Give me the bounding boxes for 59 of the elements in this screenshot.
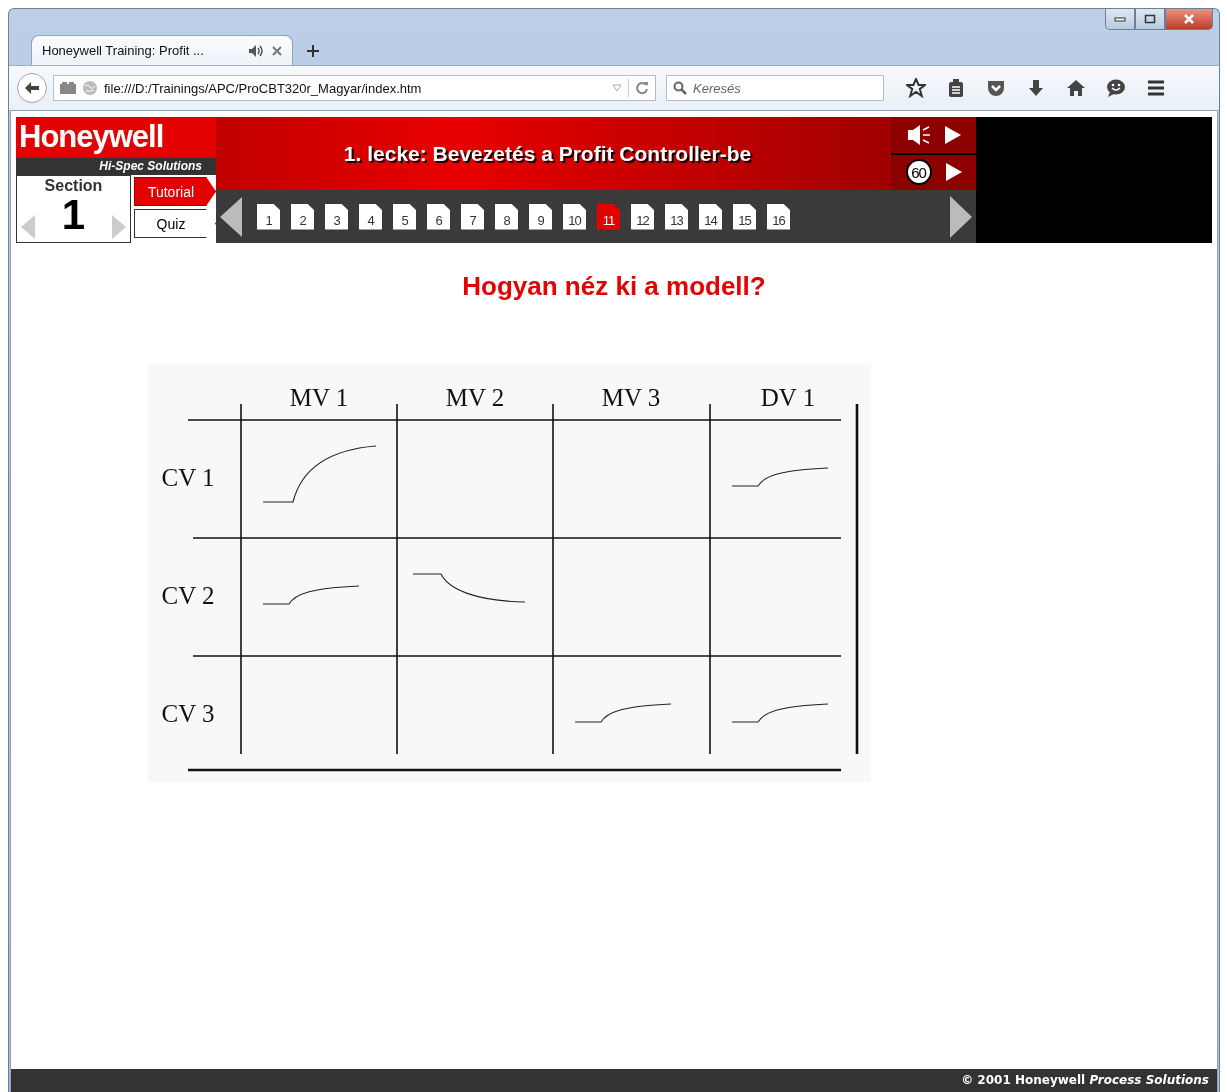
clipboard-icon[interactable]: [946, 78, 966, 98]
back-arrow-icon: [24, 81, 40, 95]
page-button[interactable]: 11: [597, 203, 620, 230]
page-button[interactable]: 12: [631, 203, 654, 230]
page-button[interactable]: 5: [393, 203, 416, 230]
column-header: MV 1: [289, 384, 349, 411]
previous-page-icon[interactable]: [220, 196, 242, 237]
mode-tab[interactable]: Quiz: [134, 209, 216, 238]
row-header: CV 3: [161, 700, 215, 727]
column-header: DV 1: [760, 384, 816, 411]
page-button[interactable]: 9: [529, 203, 552, 230]
globe-icon: [82, 80, 98, 96]
column-header: MV 2: [445, 384, 505, 411]
close-icon[interactable]: [272, 45, 282, 56]
close-button[interactable]: [1165, 9, 1213, 30]
maximize-icon: [1144, 14, 1156, 24]
new-tab-icon[interactable]: [307, 45, 319, 57]
page-button[interactable]: 6: [427, 203, 450, 230]
row-header: CV 2: [161, 582, 215, 609]
speaker-icon[interactable]: [906, 124, 931, 145]
back-button[interactable]: [17, 73, 47, 103]
home-icon[interactable]: [1066, 78, 1086, 98]
mode-tab[interactable]: Tutorial: [134, 177, 216, 206]
maximize-button[interactable]: [1135, 9, 1165, 30]
speaker-icon[interactable]: [248, 43, 264, 58]
search-field[interactable]: Keresés: [666, 75, 884, 101]
slide-heading: Hogyan néz ki a modell?: [461, 271, 767, 302]
section-number: 1: [61, 195, 86, 235]
address-field[interactable]: file:///D:/Trainings/APC/ProCBT320r_Magyar/index.htm: [53, 75, 656, 101]
page-button[interactable]: 16: [767, 203, 790, 230]
logo: Honeywell Hi-Spec Solutions: [16, 117, 216, 175]
play-icon[interactable]: [944, 125, 961, 144]
column-header: MV 3: [601, 384, 661, 411]
timer-badge[interactable]: 60: [905, 159, 932, 186]
page-button[interactable]: 2: [291, 203, 314, 230]
star-icon[interactable]: [906, 78, 926, 98]
next-page-icon[interactable]: [950, 195, 972, 238]
row-header: CV 1: [161, 464, 215, 491]
minimize-icon: [1114, 16, 1126, 22]
section-label: Section: [44, 177, 103, 195]
menu-icon[interactable]: [1146, 78, 1166, 98]
lesson-title: 1. lecke: Bevezetés a Profit Controller-be: [216, 117, 891, 190]
page-button[interactable]: 8: [495, 203, 518, 230]
speech-bubble-icon[interactable]: [1106, 78, 1126, 98]
page-button[interactable]: 4: [359, 203, 382, 230]
search-icon: [673, 81, 687, 95]
download-icon[interactable]: [1026, 78, 1046, 98]
page-button[interactable]: 14: [699, 203, 722, 230]
close-icon: [1183, 14, 1195, 24]
page-button[interactable]: 3: [325, 203, 348, 230]
page-button[interactable]: 7: [461, 203, 484, 230]
play-icon[interactable]: [945, 163, 962, 182]
page-button[interactable]: 10: [563, 203, 586, 230]
page-button[interactable]: 1: [257, 203, 280, 230]
reload-icon[interactable]: [635, 81, 649, 95]
page-button[interactable]: 15: [733, 203, 756, 230]
browser-tab[interactable]: Honeywell Training: Profit ...: [31, 35, 293, 65]
page-button[interactable]: 13: [665, 203, 688, 230]
copyright-text: © 2001 Honeywell Process Solutions: [11, 1069, 1217, 1092]
